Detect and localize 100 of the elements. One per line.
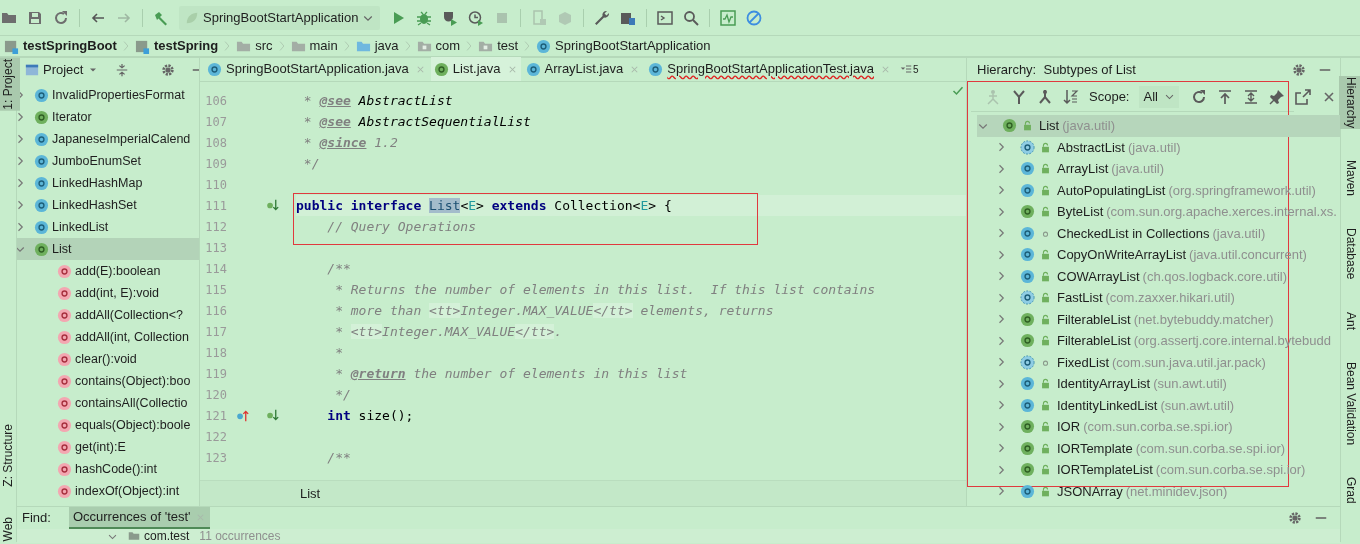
refresh-icon[interactable]	[1190, 88, 1207, 105]
subtypes-icon[interactable]	[1037, 88, 1053, 105]
tool-window-tab[interactable]: Web	[0, 515, 20, 542]
tree-row[interactable]: FilterableList (net.bytebuddy.matcher)	[977, 308, 1340, 330]
hidden-tabs-count[interactable]: 5	[913, 61, 919, 77]
tree-item[interactable]: clear():void	[75, 349, 137, 369]
scope-label: Scope:	[1089, 87, 1130, 106]
bug-icon[interactable]	[416, 9, 433, 26]
tree-row[interactable]: ArrayList (java.util)	[977, 158, 1340, 180]
run-config-dropdown[interactable]: SpringBootStartApplication	[179, 5, 381, 30]
breadcrumb-item[interactable]: SpringBootStartApplication	[555, 36, 711, 56]
tab-list-icon[interactable]	[900, 63, 912, 75]
collapse-all-icon[interactable]	[115, 63, 130, 77]
pin-icon[interactable]	[1268, 88, 1285, 105]
tree-item[interactable]: add(E):boolean	[75, 261, 161, 281]
tree-item[interactable]: add(int, E):void	[75, 283, 160, 303]
editor-tab[interactable]: SpringBootStartApplicationTest.java	[645, 57, 894, 81]
breadcrumb-item[interactable]: main	[309, 36, 338, 56]
breadcrumb-item[interactable]: testSpring	[153, 36, 219, 56]
tree-row[interactable]: IdentityLinkedList (sun.awt.util)	[977, 394, 1340, 416]
tree-item[interactable]: InvalidPropertiesFormat	[52, 85, 185, 105]
tree-item[interactable]: LinkedList	[52, 217, 109, 237]
chevron-right-icon[interactable]	[17, 199, 26, 211]
open-window-icon[interactable]	[1294, 88, 1311, 105]
breadcrumb-item[interactable]: src	[255, 36, 273, 56]
tool-window-tab[interactable]: Maven	[1338, 159, 1360, 198]
tree-item[interactable]: hashCode():int	[75, 459, 157, 479]
tree-row[interactable]: FastList (com.zaxxer.hikari.util)	[977, 287, 1340, 309]
type-name: CopyOnWriteArrayList	[1057, 246, 1187, 264]
save-icon[interactable]	[27, 9, 43, 26]
shield-play-icon[interactable]	[442, 9, 459, 26]
tree-item[interactable]: indexOf(Object):int	[75, 481, 180, 501]
search-icon[interactable]	[683, 9, 700, 26]
implemented-marker-icon[interactable]	[266, 199, 279, 212]
tool-window-tab[interactable]: 1: Project	[0, 58, 20, 111]
editor-tab[interactable]: ArrayList.java	[522, 57, 644, 81]
tree-item[interactable]: Iterator	[52, 107, 92, 127]
chevron-right-icon[interactable]	[17, 133, 26, 145]
sync-icon[interactable]	[53, 9, 69, 26]
tree-item[interactable]: contains(Object):boo	[75, 371, 191, 391]
editor-tab[interactable]: List.java	[430, 57, 521, 81]
tree-row[interactable]: List (java.util)	[977, 115, 1340, 137]
interface-icon	[34, 241, 49, 257]
implemented-marker-icon[interactable]	[266, 409, 279, 422]
supertypes-icon[interactable]	[1011, 88, 1027, 105]
tree-item[interactable]: containsAll(Collectio	[75, 393, 188, 413]
expand-all-icon[interactable]	[1242, 88, 1259, 105]
tree-item[interactable]: LinkedHashMap	[52, 173, 143, 193]
class-icon	[525, 61, 541, 77]
tool-window-tab[interactable]: Hierarchy	[1338, 76, 1360, 130]
tree-row[interactable]: IOR (com.sun.corba.se.spi.ior)	[977, 416, 1340, 438]
settings-icon[interactable]	[161, 63, 176, 77]
find-tab[interactable]: Occurrences of 'test'	[68, 507, 210, 529]
clock-play-icon[interactable]	[468, 9, 485, 26]
breadcrumb-item[interactable]: java	[374, 36, 399, 56]
chevron-right-icon[interactable]	[17, 177, 26, 189]
tree-row[interactable]: COWArrayList (ch.qos.logback.core.util)	[977, 265, 1340, 287]
overrides-marker-icon[interactable]	[236, 409, 249, 422]
tree-row[interactable]: IORTemplate (com.sun.corba.se.spi.ior)	[977, 437, 1340, 459]
chevron-right-icon[interactable]	[17, 111, 26, 123]
tool-window-tab[interactable]: Database	[1338, 227, 1360, 281]
export-icon[interactable]	[1216, 88, 1233, 105]
tree-item[interactable]: addAll(int, Collection	[75, 327, 189, 347]
panel-title[interactable]: Project	[43, 60, 84, 80]
blocked-icon[interactable]	[746, 9, 763, 26]
tree-item[interactable]: addAll(Collection<?	[75, 305, 184, 325]
tree-item[interactable]: List	[52, 239, 72, 259]
tree-row[interactable]: FixedList (com.sun.java.util.jar.pack)	[977, 351, 1340, 373]
tree-item[interactable]: equals(Object):boole	[75, 415, 191, 435]
sort-icon[interactable]	[1063, 88, 1079, 105]
editor-tab[interactable]: SpringBootStartApplication.java	[204, 57, 429, 81]
tree-row[interactable]: IdentityArrayList (sun.awt.util)	[977, 373, 1340, 395]
chevron-right-icon[interactable]	[17, 155, 26, 167]
terminal-icon[interactable]	[657, 9, 674, 26]
tree-row[interactable]: AbstractList (java.util)	[977, 136, 1340, 158]
breadcrumb-item[interactable]: List	[300, 483, 321, 504]
wrench-icon[interactable]	[594, 9, 611, 26]
tool-window-tab[interactable]: Grad	[1338, 475, 1360, 505]
tree-row[interactable]: CheckedList in Collections (java.util)	[977, 222, 1340, 244]
tree-item[interactable]: JapaneseImperialCalend	[52, 129, 191, 149]
tree-row[interactable]: JSONArray (net.minidev.json)	[977, 480, 1340, 502]
settings-icon[interactable]	[1292, 63, 1306, 77]
tool-window-tab[interactable]: Z: Structure	[0, 422, 20, 488]
package-name: (net.minidev.json)	[1125, 482, 1228, 501]
tree-item[interactable]: JumboEnumSet	[52, 151, 141, 171]
settings-icon[interactable]	[1288, 511, 1302, 525]
chevron-right-icon[interactable]	[17, 221, 26, 233]
scope-dropdown[interactable]: All	[1139, 85, 1179, 108]
tool-window-tab[interactable]: Ant	[1338, 310, 1360, 331]
breadcrumb-item[interactable]: testSpringBoot	[23, 36, 117, 56]
tree-item[interactable]: com.test	[144, 529, 190, 543]
tool-window-tab[interactable]: Bean Validation	[1338, 360, 1360, 446]
tree-item[interactable]: get(int):E	[75, 437, 126, 457]
pulse-chart-icon[interactable]	[720, 9, 737, 26]
chevron-right-icon[interactable]	[17, 89, 26, 101]
breadcrumb-item[interactable]: test	[497, 36, 519, 56]
abstract-class-icon	[1020, 354, 1035, 370]
tree-item[interactable]: LinkedHashSet	[52, 195, 137, 215]
hammer-icon[interactable]	[153, 9, 169, 26]
breadcrumb-item[interactable]: com	[435, 36, 461, 56]
